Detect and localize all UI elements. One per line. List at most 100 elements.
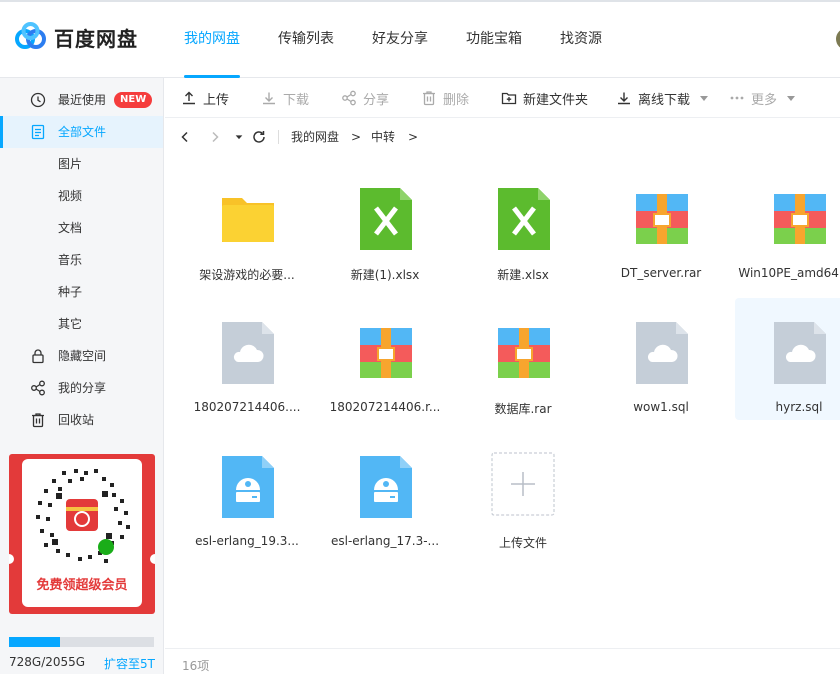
offline-download-icon <box>618 92 630 105</box>
file-name: Win10PE_amd64.iso <box>738 266 840 280</box>
chevron-down-icon <box>787 95 796 101</box>
file-item[interactable]: esl-erlang_17.3-... <box>321 432 449 554</box>
back-button[interactable] <box>175 127 195 147</box>
breadcrumb-root[interactable]: 我的网盘 <box>291 118 339 156</box>
sidebar-item-label: 我的分享 <box>58 381 107 395</box>
sidebar-item-torrents[interactable]: 种子 <box>0 276 163 308</box>
baidu-netdisk-logo-icon <box>15 22 46 49</box>
sidebar-item-all-files[interactable]: 全部文件 <box>0 116 163 148</box>
file-grid: 架设游戏的必要... 新建(1).xlsx 新建.xlsx DT_server.… <box>165 156 840 648</box>
delete-label: 删除 <box>443 92 470 108</box>
promo-text: 免费领超级会员 <box>36 578 128 593</box>
file-item[interactable]: 180207214406.r... <box>321 298 449 420</box>
file-item[interactable]: hyrz.sql <box>735 298 840 420</box>
file-name: esl-erlang_17.3-... <box>330 534 440 548</box>
new-badge: NEW <box>114 92 153 108</box>
trash-icon <box>423 91 435 106</box>
breadcrumb-current[interactable]: 中转 <box>371 118 395 156</box>
upload-icon <box>183 91 195 105</box>
tab-friend-share[interactable]: 好友分享 <box>353 0 447 78</box>
archive-file-icon <box>774 194 826 244</box>
tab-toolbox[interactable]: 功能宝箱 <box>447 0 541 78</box>
vip-promo-banner[interactable]: 免费领超级会员 <box>9 454 155 614</box>
file-item[interactable]: DT_server.rar <box>597 164 725 286</box>
file-name: 180207214406.... <box>193 400 301 414</box>
file-item[interactable]: 180207214406.... <box>183 298 311 420</box>
sidebar-item-label: 视频 <box>58 189 83 203</box>
item-count: 16项 <box>182 659 210 673</box>
more-label: 更多 <box>751 92 778 108</box>
breadcrumb-separator: > <box>408 130 419 144</box>
share-button[interactable]: 分享 <box>341 78 389 118</box>
new-folder-label: 新建文件夹 <box>523 92 589 108</box>
breadcrumb-divider <box>278 130 279 144</box>
sidebar-item-music[interactable]: 音乐 <box>0 244 163 276</box>
file-name: 数据库.rar <box>494 402 552 416</box>
installer-file-icon <box>222 456 274 518</box>
expand-storage-link[interactable]: 扩容至5T <box>104 655 155 672</box>
lock-icon <box>32 349 44 364</box>
file-item[interactable]: wow1.sql <box>597 298 725 420</box>
offline-download-button[interactable]: 离线下载 <box>616 78 709 118</box>
sidebar-item-documents[interactable]: 文档 <box>0 212 163 244</box>
forward-button[interactable] <box>205 127 225 147</box>
storage-bar-fill <box>9 637 61 647</box>
archive-file-icon <box>360 328 412 378</box>
caret-down-icon <box>235 135 243 140</box>
excel-file-icon <box>498 188 550 250</box>
more-button[interactable]: 更多 <box>729 78 796 118</box>
file-name: esl-erlang_19.3... <box>195 534 299 548</box>
avatar[interactable] <box>836 28 840 50</box>
file-item[interactable]: Win10PE_amd64.iso <box>735 164 840 286</box>
archive-file-icon <box>498 328 550 378</box>
chevron-down-icon <box>700 95 709 101</box>
file-item[interactable]: 新建.xlsx <box>459 164 587 286</box>
clock-icon <box>30 92 46 108</box>
download-icon <box>263 92 275 105</box>
sidebar-item-other[interactable]: 其它 <box>0 308 163 340</box>
share-icon <box>342 90 356 106</box>
sidebar-item-my-shares[interactable]: 我的分享 <box>0 372 163 404</box>
refresh-button[interactable] <box>249 127 269 147</box>
breadcrumb: 我的网盘 > 中转 > <box>165 118 840 156</box>
refresh-icon <box>253 131 265 143</box>
cloud-file-icon <box>774 322 826 384</box>
sidebar-item-label: 种子 <box>58 285 83 299</box>
chevron-right-icon <box>212 131 219 143</box>
storage-bar <box>9 637 154 647</box>
new-folder-icon <box>501 92 517 105</box>
share-icon <box>31 380 45 396</box>
app-logo[interactable]: 百度网盘 <box>14 22 138 52</box>
file-name: DT_server.rar <box>620 266 702 280</box>
main-nav: 我的网盘 传输列表 好友分享 功能宝箱 找资源 <box>165 0 621 78</box>
tab-find-resources[interactable]: 找资源 <box>541 0 621 78</box>
sidebar-item-images[interactable]: 图片 <box>0 148 163 180</box>
archive-file-icon <box>636 194 688 244</box>
sidebar-item-videos[interactable]: 视频 <box>0 180 163 212</box>
excel-file-icon <box>360 188 412 250</box>
sidebar-item-recycle-bin[interactable]: 回收站 <box>0 404 163 436</box>
sidebar-item-label: 音乐 <box>58 253 83 267</box>
upload-button[interactable]: 上传 <box>181 78 229 118</box>
tab-transfer-list[interactable]: 传输列表 <box>259 0 353 78</box>
document-icon <box>31 124 45 140</box>
file-name: 新建(1).xlsx <box>350 268 420 282</box>
file-item[interactable]: esl-erlang_19.3... <box>183 432 311 554</box>
download-button[interactable]: 下载 <box>261 78 309 118</box>
plus-icon <box>491 452 555 516</box>
sidebar-item-hidden-space[interactable]: 隐藏空间 <box>0 340 163 372</box>
new-folder-button[interactable]: 新建文件夹 <box>501 78 588 118</box>
qr-code-icon <box>36 469 130 563</box>
delete-button[interactable]: 删除 <box>421 78 469 118</box>
status-bar: 16项 <box>165 648 840 674</box>
file-item[interactable]: 数据库.rar <box>459 298 587 420</box>
sidebar-item-label: 其它 <box>58 317 83 331</box>
tab-my-netdisk[interactable]: 我的网盘 <box>165 0 259 78</box>
sidebar-item-label: 图片 <box>58 157 83 171</box>
history-dropdown[interactable] <box>229 127 249 147</box>
file-item[interactable]: 新建(1).xlsx <box>321 164 449 286</box>
storage-usage: 728G/2055G <box>9 655 86 669</box>
sidebar-item-recent[interactable]: 最近使用 NEW <box>0 84 163 116</box>
file-item[interactable]: 架设游戏的必要... <box>183 164 311 286</box>
upload-file-tile[interactable]: 上传文件 <box>459 432 587 554</box>
